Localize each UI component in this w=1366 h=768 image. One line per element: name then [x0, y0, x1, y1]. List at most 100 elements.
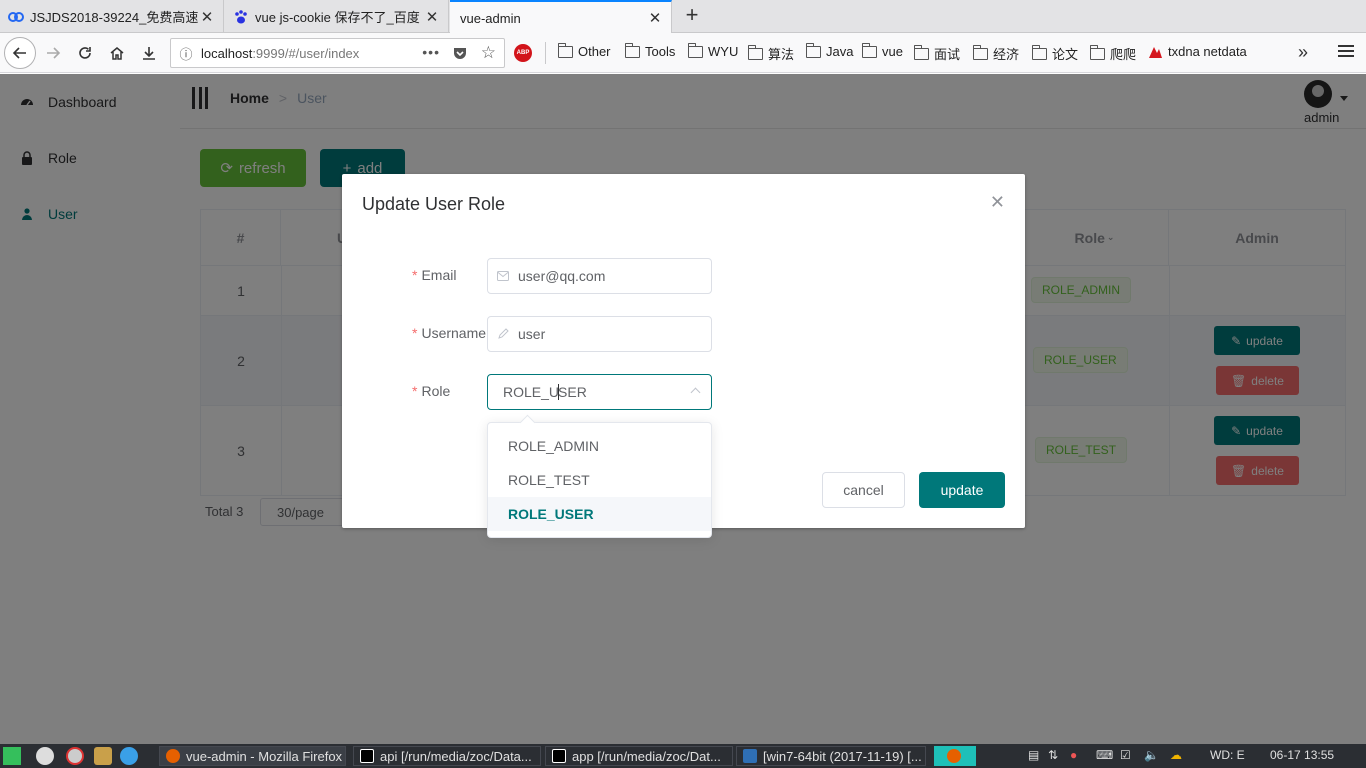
- bookmark-label: vue: [882, 44, 903, 59]
- window-title: vue-admin - Mozilla Firefox: [186, 748, 343, 764]
- url-bar[interactable]: ⓘ localhost:9999/#/user/index ••• ☆: [170, 38, 505, 68]
- bookmark-vue[interactable]: vue: [861, 42, 903, 59]
- new-tab-icon[interactable]: +: [680, 4, 704, 28]
- url-host: localhost: [201, 45, 253, 61]
- back-button[interactable]: [4, 37, 36, 69]
- username-value: user: [518, 326, 546, 342]
- bookmark-netdata[interactable]: txdna netdata: [1148, 44, 1247, 59]
- bookmark-algorithms[interactable]: 算法: [747, 44, 794, 63]
- role-value-part: SER: [558, 384, 587, 400]
- taskbar-window-vm[interactable]: [win7-64bit (2017-11-19) [...: [736, 746, 926, 766]
- bookmark-star-icon[interactable]: ☆: [481, 43, 496, 63]
- folder-icon: [972, 44, 988, 60]
- close-icon[interactable]: ✕: [424, 8, 440, 26]
- cancel-button[interactable]: cancel: [822, 472, 905, 508]
- bookmark-label: Tools: [645, 44, 676, 59]
- reload-icon: [79, 47, 91, 59]
- downloads-button[interactable]: [137, 41, 161, 65]
- pencil-icon: [488, 328, 518, 340]
- os-taskbar: vue-admin - Mozilla Firefox api [/run/me…: [0, 744, 1366, 768]
- download-icon: [143, 47, 155, 60]
- bookmark-label: Java: [826, 44, 854, 59]
- info-icon[interactable]: ⓘ: [171, 44, 201, 63]
- firefox-icon: [947, 749, 961, 763]
- bookmark-wyu[interactable]: WYU: [687, 42, 739, 59]
- home-button[interactable]: [105, 41, 129, 65]
- bookmark-label: txdna netdata: [1168, 44, 1247, 59]
- close-icon[interactable]: ✕: [990, 192, 1005, 213]
- mail-icon[interactable]: [36, 747, 54, 765]
- clock: 06-17 13:55: [1270, 748, 1335, 762]
- menu-icon[interactable]: [1338, 42, 1354, 60]
- clipboard-icon[interactable]: ▤: [1028, 748, 1039, 762]
- taskbar-window-app[interactable]: app [/run/media/zoc/Dat...: [545, 746, 733, 766]
- bookmark-interview[interactable]: 面试: [913, 44, 960, 63]
- role-option-user[interactable]: ROLE_USER: [488, 497, 711, 531]
- close-icon[interactable]: ✕: [199, 8, 215, 26]
- baidu-paw-icon: [233, 9, 249, 25]
- weather-icon[interactable]: ☁: [1170, 748, 1182, 762]
- page-actions-icon[interactable]: •••: [422, 44, 440, 60]
- volume-icon[interactable]: 🔈: [1144, 748, 1159, 762]
- bookmark-label: 经济: [993, 47, 1020, 62]
- bookmark-other[interactable]: Other: [557, 42, 611, 59]
- folder-icon: [861, 42, 877, 58]
- pocket-icon[interactable]: [452, 45, 468, 61]
- adblock-icon[interactable]: ABP: [514, 44, 532, 62]
- arrow-right-icon: [47, 47, 61, 59]
- bookmark-economics[interactable]: 经济: [972, 44, 1020, 63]
- window-title: app [/run/media/zoc/Dat...: [572, 748, 721, 764]
- browser-tab-3[interactable]: vue-admin ✕: [450, 0, 672, 34]
- folder-icon: [687, 42, 703, 58]
- forward-button[interactable]: [41, 41, 65, 65]
- browser-nav-bar: ⓘ localhost:9999/#/user/index ••• ☆ ABP …: [0, 33, 1366, 73]
- mail-icon: [488, 271, 518, 281]
- reload-button[interactable]: [73, 41, 97, 65]
- taskbar-window-api[interactable]: api [/run/media/zoc/Data...: [353, 746, 541, 766]
- bookmark-crawler[interactable]: 爬爬: [1089, 44, 1137, 63]
- close-icon[interactable]: ✕: [647, 9, 663, 27]
- bookmark-label: 论文: [1052, 47, 1079, 62]
- workspace-indicator[interactable]: [934, 746, 976, 766]
- role-select[interactable]: ROLE_U SER: [487, 374, 712, 410]
- globe-icon[interactable]: [120, 747, 138, 765]
- chevron-double-right-icon[interactable]: »: [1298, 42, 1308, 63]
- bookmark-label: 爬爬: [1110, 47, 1137, 62]
- folder-icon: [557, 42, 573, 58]
- keyboard-icon[interactable]: ⌨: [1096, 748, 1113, 762]
- username-label: * Username: [412, 325, 487, 341]
- email-field[interactable]: user@qq.com: [487, 258, 712, 294]
- role-option-admin[interactable]: ROLE_ADMIN: [488, 429, 711, 463]
- bookmark-papers[interactable]: 论文: [1031, 44, 1079, 63]
- netdata-icon: [1149, 47, 1162, 58]
- start-menu-icon[interactable]: [3, 747, 21, 765]
- browser-tab-2[interactable]: vue js-cookie 保存不了_百度 ✕: [225, 0, 449, 33]
- network-icon[interactable]: ⇅: [1048, 748, 1058, 762]
- chevron-up-icon: [690, 387, 701, 398]
- notes-icon[interactable]: ●: [1070, 748, 1077, 762]
- email-label: * Email: [412, 267, 457, 283]
- home-icon: [110, 47, 124, 60]
- files-icon[interactable]: [94, 747, 112, 765]
- tab-title: vue-admin: [460, 10, 521, 26]
- folder-icon: [1089, 44, 1105, 60]
- dialog-title: Update User Role: [362, 194, 506, 214]
- username-field[interactable]: user: [487, 316, 712, 352]
- role-option-test[interactable]: ROLE_TEST: [488, 463, 711, 497]
- folder-icon: [747, 44, 763, 60]
- checklist-icon[interactable]: ☑: [1120, 748, 1131, 762]
- window-title: [win7-64bit (2017-11-19) [...: [763, 748, 922, 764]
- baidu-pan-icon: [8, 9, 24, 25]
- bookmark-java[interactable]: Java: [805, 42, 854, 59]
- bookmark-label: WYU: [708, 44, 739, 59]
- taskbar-window-firefox[interactable]: vue-admin - Mozilla Firefox: [159, 746, 346, 766]
- update-button[interactable]: update: [919, 472, 1005, 508]
- virtualbox-icon: [743, 749, 757, 763]
- folder-icon: [913, 44, 929, 60]
- bookmark-tools[interactable]: Tools: [624, 42, 676, 59]
- arrow-left-icon: [12, 47, 26, 59]
- firefox-icon: [166, 749, 180, 763]
- folder-icon: [1031, 44, 1047, 60]
- search-icon[interactable]: [66, 747, 84, 765]
- browser-tab-1[interactable]: JSJDS2018-39224_免费高速下 ✕: [0, 0, 224, 33]
